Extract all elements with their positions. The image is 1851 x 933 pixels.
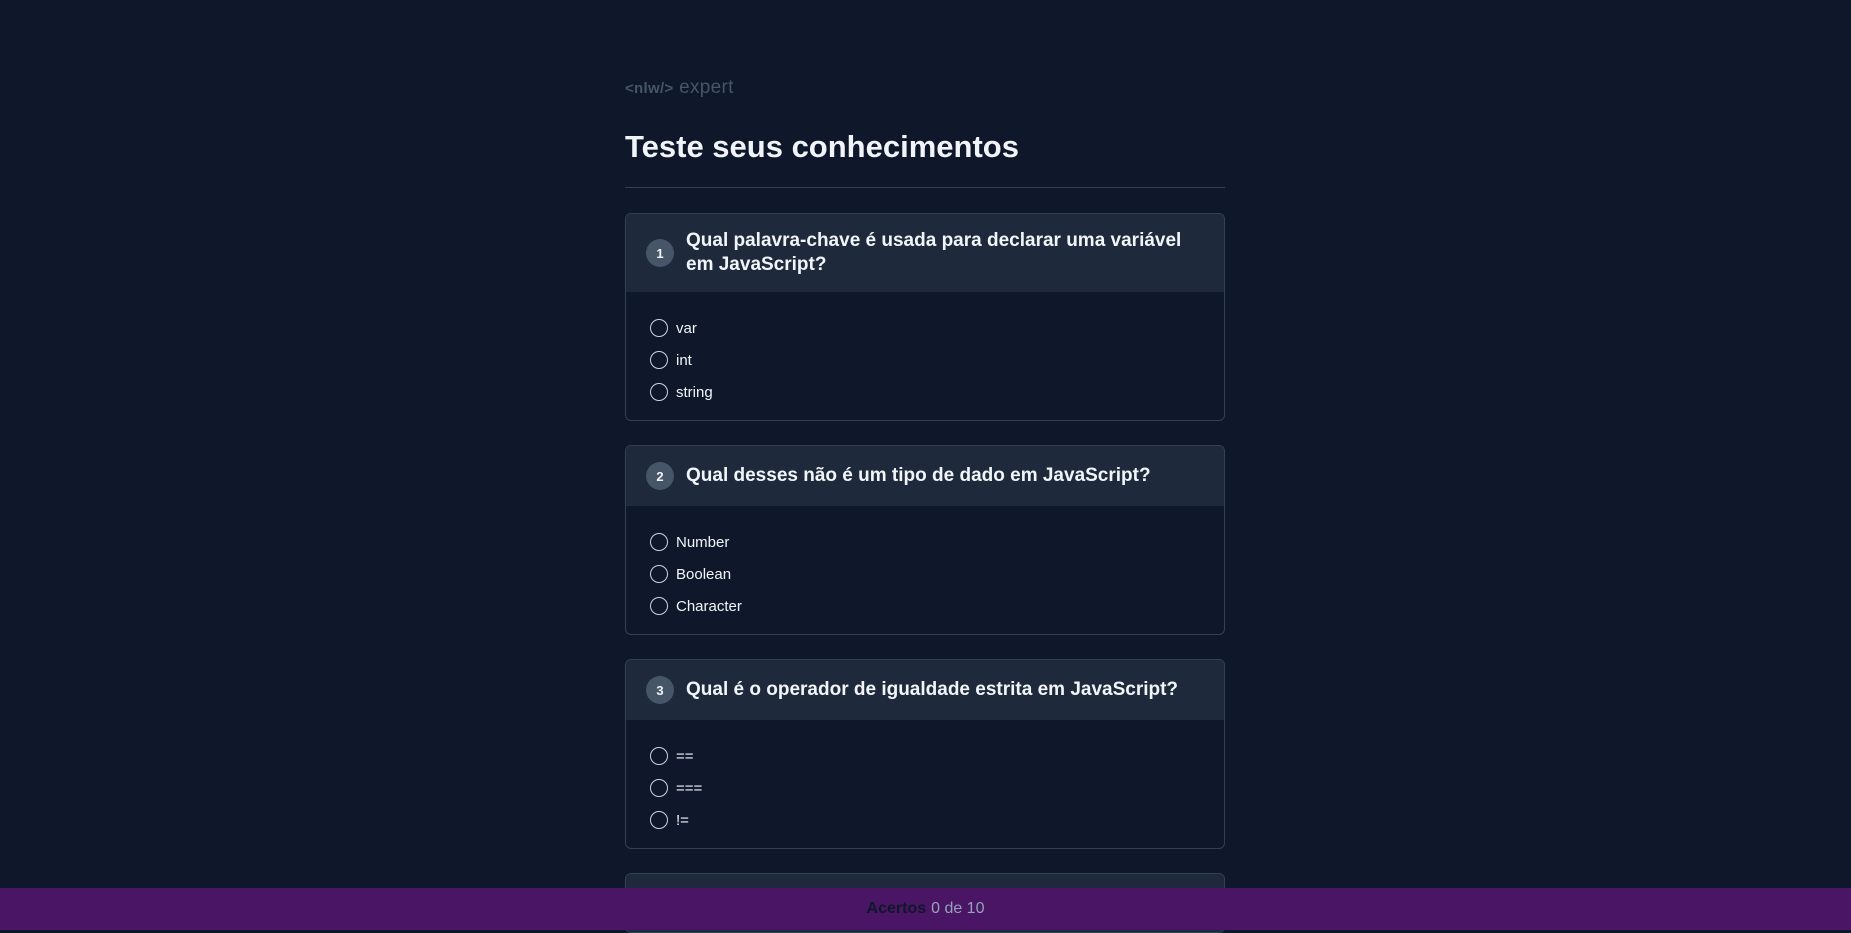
question-number: 2 (646, 462, 674, 490)
radio-button[interactable] (650, 533, 668, 551)
question-header: 1 Qual palavra-chave é usada para declar… (626, 214, 1224, 292)
options-list: Number Boolean Character (626, 506, 1224, 634)
radio-button[interactable] (650, 779, 668, 797)
score-label: Acertos (866, 900, 927, 917)
option[interactable]: == (650, 740, 1200, 772)
option-label: != (676, 811, 689, 829)
option-label: Character (676, 597, 742, 615)
question-card: 1 Qual palavra-chave é usada para declar… (625, 213, 1225, 421)
option[interactable]: Character (650, 590, 1200, 622)
option[interactable]: Number (650, 526, 1200, 558)
option-label: var (676, 319, 697, 337)
option[interactable]: var (650, 312, 1200, 344)
radio-button[interactable] (650, 383, 668, 401)
divider (625, 187, 1225, 188)
radio-button[interactable] (650, 747, 668, 765)
option[interactable]: int (650, 344, 1200, 376)
question-text: Qual desses não é um tipo de dado em Jav… (686, 465, 1151, 486)
question-header: 3 Qual é o operador de igualdade estrita… (626, 660, 1224, 720)
options-list: == === != (626, 720, 1224, 848)
question-number: 3 (646, 676, 674, 704)
option-label: == (676, 747, 694, 765)
question-text: Qual é o operador de igualdade estrita e… (686, 679, 1179, 700)
option-label: int (676, 351, 692, 369)
radio-button[interactable] (650, 351, 668, 369)
option[interactable]: != (650, 804, 1200, 836)
question-number: 1 (646, 239, 674, 267)
question-text: Qual palavra-chave é usada para declarar… (686, 230, 1182, 275)
option[interactable]: string (650, 376, 1200, 408)
option-label: Number (676, 533, 730, 551)
radio-button[interactable] (650, 811, 668, 829)
logo-word: expert (679, 77, 734, 98)
nlw-expert-logo: <nlw/> expert (625, 77, 734, 99)
question-card: 3 Qual é o operador de igualdade estrita… (625, 659, 1225, 849)
option[interactable]: === (650, 772, 1200, 804)
radio-button[interactable] (650, 565, 668, 583)
question-header: 2 Qual desses não é um tipo de dado em J… (626, 446, 1224, 506)
options-list: var int string (626, 292, 1224, 420)
option-label: Boolean (676, 565, 732, 583)
option-label: === (676, 779, 703, 797)
radio-button[interactable] (650, 597, 668, 615)
page-title: Teste seus conhecimentos (625, 129, 1019, 164)
logo-tag: <nlw/> (625, 80, 674, 97)
radio-button[interactable] (650, 319, 668, 337)
question-card: 2 Qual desses não é um tipo de dado em J… (625, 445, 1225, 635)
score-value: 0 de 10 (931, 900, 985, 917)
score-footer: Acertos 0 de 10 (0, 888, 1851, 930)
option-label: string (676, 383, 713, 401)
option[interactable]: Boolean (650, 558, 1200, 590)
